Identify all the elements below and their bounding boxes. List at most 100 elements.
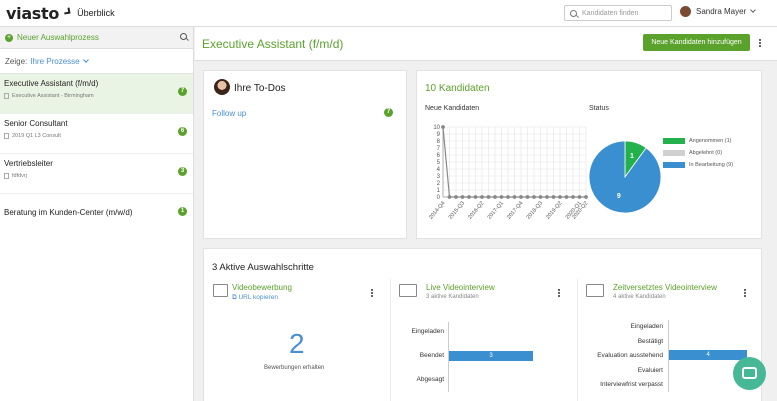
main-header: Executive Assistant (f/m/d) Neue Kandida… [195, 27, 777, 61]
process-filter[interactable]: Zeige: Ihre Prozesse [0, 49, 193, 74]
data-point [473, 195, 478, 199]
data-point [441, 125, 445, 129]
step-name[interactable]: Live Videointerview [426, 283, 495, 292]
bar-label: Beendet [419, 352, 444, 359]
process-subtitle-text: 2019 Q1 L3 Consult [12, 133, 61, 139]
y-tick-label: 8 [437, 139, 441, 145]
user-name: Sandra Mayer [696, 7, 747, 16]
bar-value: 4 [706, 352, 710, 358]
chat-icon [742, 367, 757, 379]
y-tick-label: 6 [437, 153, 441, 159]
chevron-down-icon [82, 56, 89, 63]
bar-label: Bestätigt [637, 338, 663, 345]
step-subtitle: 4 aktive Kandidaten [613, 294, 666, 300]
candidate-search-input[interactable]: Kandidaten finden [564, 5, 672, 21]
data-point [480, 195, 484, 199]
x-tick-label: 2017-Q4 [506, 200, 524, 220]
step-name[interactable]: Zeitversetztes Videointerview [613, 283, 717, 292]
candidates-title[interactable]: 10 Kandidaten [425, 83, 490, 94]
count-badge: 7 [178, 87, 187, 96]
new-candidates-label: Neue Kandidaten [425, 105, 480, 112]
copy-url-link[interactable]: ⧉ URL kopieren [232, 294, 278, 302]
data-point [551, 195, 556, 199]
chat-button[interactable] [733, 357, 766, 390]
sidebar-item-process[interactable]: Senior Consultant 2019 Q1 L3 Consult 6 [0, 114, 193, 154]
applications-count: 2 [289, 328, 305, 359]
legend-label: Abgelehnt (0) [689, 150, 723, 156]
search-placeholder: Kandidaten finden [582, 9, 639, 17]
step-name[interactable]: Videobewerbung [232, 283, 292, 292]
more-options-icon[interactable] [744, 289, 746, 298]
data-point [525, 195, 530, 199]
legend-swatch [663, 150, 685, 156]
delayed-video-icon [586, 284, 604, 297]
top-navigation-bar: viasto Überblick Kandidaten finden Sandr… [0, 0, 777, 27]
filter-value: Ihre Prozesse [30, 56, 80, 66]
search-icon[interactable] [180, 33, 187, 40]
plus-icon: + [5, 33, 13, 42]
todos-title: Ihre To-Dos [234, 83, 286, 94]
data-point [499, 195, 504, 199]
process-subtitle: 2019 Q1 L3 Consult [4, 133, 189, 139]
logo-mark-icon [63, 7, 71, 14]
status-pie-chart: 19 [588, 140, 662, 214]
avatar [214, 79, 230, 95]
data-point [558, 195, 562, 199]
viasto-logo[interactable]: viasto [6, 3, 71, 23]
legend-in-progress: In Bearbeitung (9) [663, 162, 733, 168]
sidebar-item-process[interactable]: Vertriebsleiter fdfdvrj 3 [0, 154, 193, 194]
y-tick-label: 0 [437, 195, 441, 201]
sidebar: + Neuer Auswahlprozess Zeige: Ihre Proze… [0, 27, 194, 401]
data-point [545, 195, 549, 199]
bar-label: Abgesagt [416, 376, 444, 383]
step-subtitle: 3 aktive Kandidaten [426, 294, 479, 300]
x-tick-label: 2018-Q3 [526, 200, 544, 220]
data-point [519, 195, 523, 199]
x-tick-label: 2015-Q3 [448, 200, 466, 220]
bar-label: Evaluiert [637, 367, 663, 374]
data-point [506, 195, 510, 199]
legend-accepted: Angenommen (1) [663, 138, 732, 144]
new-process-label: Neuer Auswahlprozess [17, 33, 99, 42]
count-badge: 3 [178, 167, 187, 176]
logo-text: viasto [6, 3, 60, 23]
y-tick-label: 3 [437, 174, 441, 180]
data-point [512, 195, 517, 199]
new-candidates-line-chart: 012345678910 2014-Q4 2015-Q3 2016-Q2 2017-Q1… [428, 125, 589, 221]
nav-overview-link[interactable]: Überblick [77, 8, 115, 18]
data-point [467, 195, 471, 199]
process-subtitle: Executive Assistant - Birmingham [4, 93, 189, 99]
document-icon [4, 173, 9, 179]
x-tick-label: 2016-Q2 [467, 200, 485, 220]
bar-beendet: 3 [449, 351, 533, 361]
y-tick-label: 7 [437, 146, 441, 152]
page-title: Executive Assistant (f/m/d) [202, 37, 344, 51]
data-point [447, 195, 452, 199]
slice-label: 9 [617, 193, 621, 200]
add-candidates-button[interactable]: Neue Kandidaten hinzufügen [643, 34, 750, 51]
applications-caption: Bewerbungen erhalten [264, 365, 325, 371]
sidebar-item-process[interactable]: Executive Assistant (f/m/d) Executive As… [0, 74, 193, 114]
new-process-button[interactable]: + Neuer Auswahlprozess [0, 27, 193, 49]
live-video-icon [399, 284, 417, 297]
bar-label: Eingeladen [630, 323, 663, 330]
user-menu[interactable]: Sandra Mayer [680, 6, 757, 17]
data-point [532, 195, 536, 199]
y-tick-label: 10 [433, 125, 440, 131]
sidebar-item-process[interactable]: Beratung im Kunden-Center (m/w/d) 1 [0, 194, 193, 234]
more-options-icon[interactable] [759, 39, 761, 48]
status-label: Status [589, 105, 609, 112]
chevron-down-icon [750, 7, 757, 13]
x-tick-label: 2017-Q1 [487, 200, 505, 220]
more-options-icon[interactable] [371, 289, 373, 298]
divider [390, 279, 391, 401]
process-title: Executive Assistant (f/m/d) [4, 79, 99, 88]
follow-up-link[interactable]: Follow up [212, 109, 246, 118]
todo-count-badge: 7 [384, 108, 393, 117]
document-icon [4, 133, 9, 139]
avatar [680, 6, 691, 17]
y-tick-label: 2 [437, 181, 441, 187]
more-options-icon[interactable] [558, 289, 560, 298]
legend-label: In Bearbeitung (9) [689, 162, 734, 168]
bar-label: Interviewfrist verpasst [600, 381, 663, 388]
